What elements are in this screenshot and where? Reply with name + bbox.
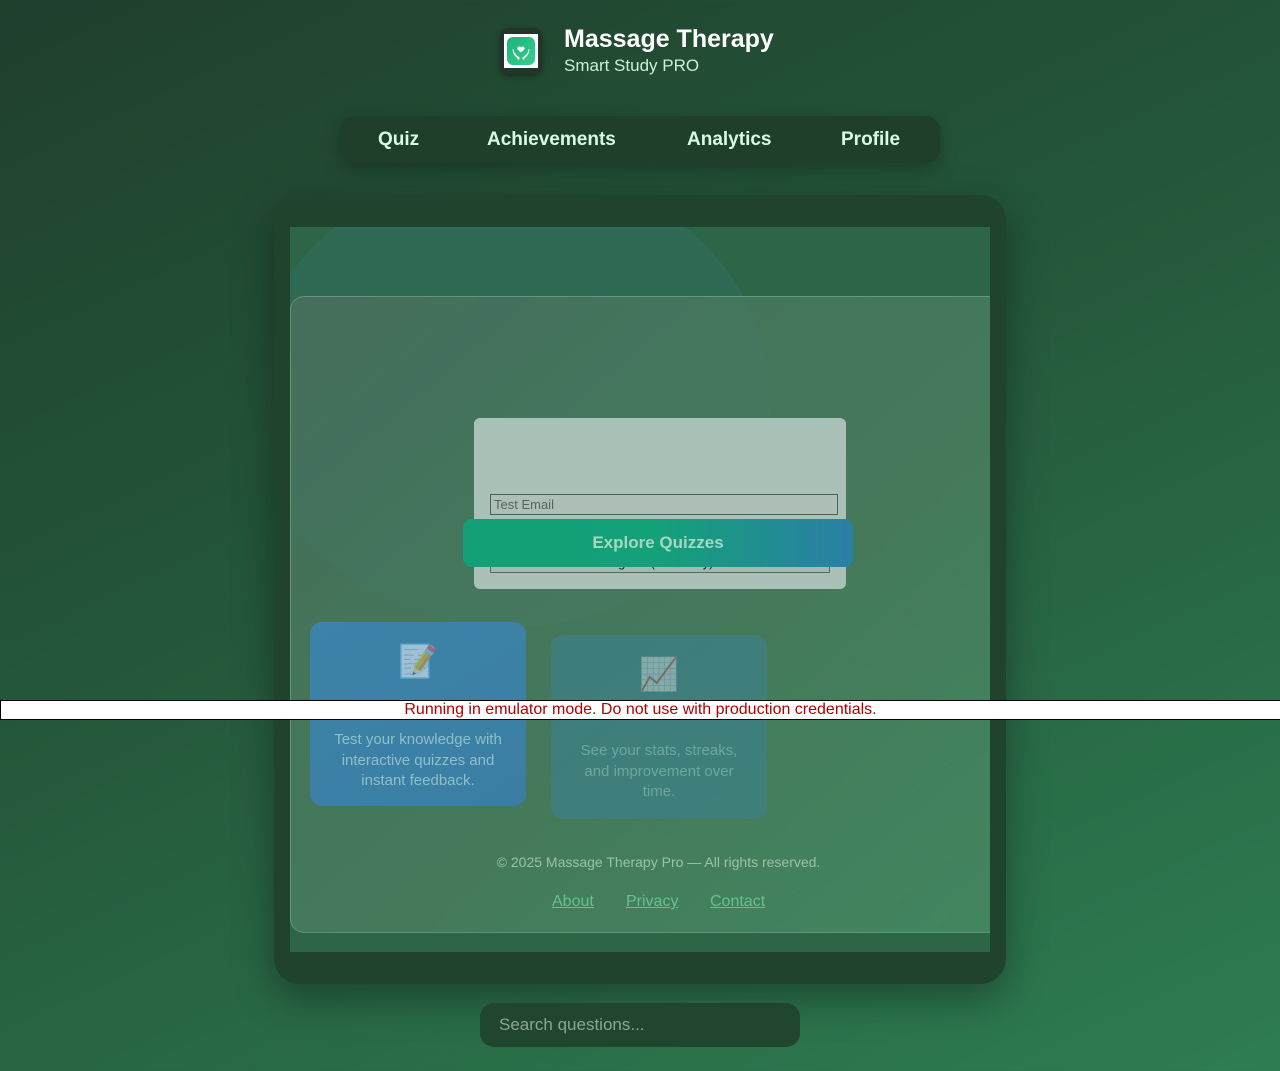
app-logo [500, 28, 542, 74]
emulator-warning-banner: Running in emulator mode. Do not use wit… [0, 700, 1280, 720]
footer-link-contact[interactable]: Contact [710, 893, 765, 911]
main-nav: Quiz Achievements Analytics Profile [340, 116, 940, 163]
feature-card-analytics[interactable]: 📈 See your stats, streaks, and improveme… [551, 635, 767, 819]
feature-text: Test your knowledge with interactive qui… [334, 731, 502, 789]
device-screen: Sign In (Test Only) Explore Quizzes 📝 Te… [290, 227, 990, 952]
notepad-icon: 📝 [398, 643, 438, 679]
device-frame: Sign In (Test Only) Explore Quizzes 📝 Te… [274, 195, 1006, 984]
email-field[interactable] [490, 494, 838, 515]
app-subtitle: Smart Study PRO [564, 56, 700, 75]
nav-item-achievements[interactable]: Achievements [487, 129, 616, 151]
welcome-card: Sign In (Test Only) Explore Quizzes 📝 Te… [290, 296, 990, 933]
app-header: Massage Therapy Smart Study PRO [500, 26, 774, 76]
footer-link-about[interactable]: About [552, 893, 594, 911]
nav-item-quiz[interactable]: Quiz [378, 129, 419, 151]
nav-item-profile[interactable]: Profile [841, 129, 900, 151]
hands-heart-icon [507, 37, 535, 65]
feature-text: See your stats, streaks, and improvement… [580, 742, 738, 800]
chart-up-icon: 📈 [639, 656, 679, 692]
explore-quizzes-button[interactable]: Explore Quizzes [463, 519, 853, 567]
search-input[interactable] [480, 1003, 800, 1047]
nav-item-analytics[interactable]: Analytics [687, 129, 771, 151]
copyright-text: © 2025 Massage Therapy Pro — All rights … [496, 854, 821, 870]
app-title: Massage Therapy [564, 25, 774, 53]
footer-link-privacy[interactable]: Privacy [626, 893, 678, 911]
